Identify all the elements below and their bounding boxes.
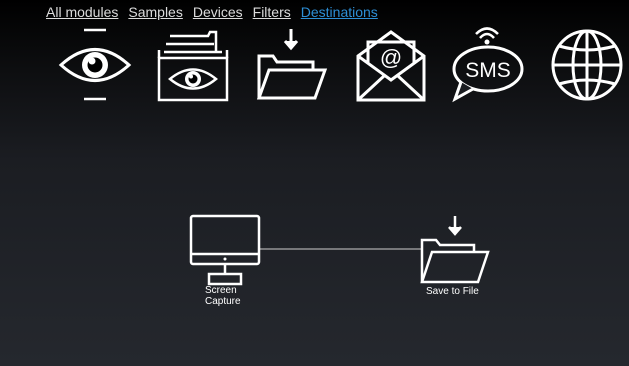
node-label-line1: Screen [205, 285, 237, 296]
module-palette: @ SMS [0, 26, 629, 106]
save-folder-icon[interactable] [253, 26, 331, 104]
pipeline-canvas[interactable]: Screen Capture Save to File [0, 110, 629, 366]
nav-devices[interactable]: Devices [193, 4, 243, 20]
nav-all-modules[interactable]: All modules [46, 4, 118, 20]
email-at-symbol: @ [380, 45, 402, 70]
email-icon[interactable]: @ [352, 26, 430, 104]
nav-destinations[interactable]: Destinations [301, 4, 378, 20]
pipeline-connection [259, 248, 422, 250]
sms-icon[interactable]: SMS [449, 26, 527, 104]
nav-samples[interactable]: Samples [128, 4, 182, 20]
node-screen-capture[interactable]: Screen Capture [188, 214, 262, 307]
file-box-eye-icon[interactable] [156, 26, 234, 104]
monitor-icon [189, 214, 261, 286]
globe-icon[interactable] [548, 26, 626, 104]
module-category-nav: All modules Samples Devices Filters Dest… [46, 4, 378, 20]
nav-filters[interactable]: Filters [253, 4, 291, 20]
node-save-to-file[interactable]: Save to File [418, 214, 494, 297]
sms-text: SMS [465, 59, 511, 82]
node-label-screen-capture: Screen Capture [205, 285, 241, 307]
eye-icon[interactable] [56, 26, 134, 104]
node-label-line2: Capture [205, 296, 241, 307]
save-folder-icon [420, 216, 490, 284]
node-label-save-to-file: Save to File [426, 286, 479, 297]
